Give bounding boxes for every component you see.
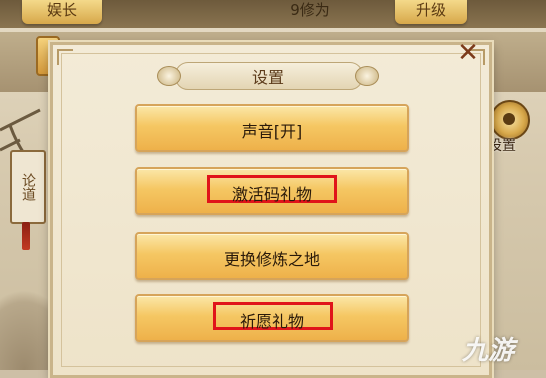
- gear-hole: [503, 113, 515, 125]
- corner-ornament: [57, 49, 73, 65]
- watermark-logo: 九游: [462, 336, 515, 366]
- top-tab-left[interactable]: 娱长: [22, 0, 102, 24]
- dialog-title-bar: 设置: [157, 60, 379, 90]
- wish-gift-button[interactable]: 祈愿礼物: [135, 294, 409, 342]
- top-tab-right[interactable]: 升级: [395, 0, 467, 24]
- sound-toggle-button[interactable]: 声音[开]: [135, 104, 409, 152]
- top-mid-text: 9修为: [290, 1, 330, 19]
- scroll-sign[interactable]: 论道: [10, 150, 46, 224]
- tassel-decoration: [22, 222, 30, 250]
- change-cultivation-place-label: 更换修炼之地: [223, 250, 320, 269]
- change-cultivation-place-button[interactable]: 更换修炼之地: [135, 232, 409, 280]
- activation-code-gift-button[interactable]: 激活码礼物: [135, 167, 409, 215]
- activation-code-gift-label: 激活码礼物: [231, 185, 312, 204]
- dialog-title: 设置: [251, 68, 284, 87]
- scroll-sign-text: 论道: [20, 173, 36, 201]
- close-icon[interactable]: ✕: [456, 40, 480, 66]
- settings-gear-icon[interactable]: [490, 100, 530, 140]
- settings-label: 设置: [488, 138, 516, 154]
- sound-toggle-label: 声音[开]: [241, 122, 303, 141]
- wish-gift-label: 祈愿礼物: [239, 312, 304, 331]
